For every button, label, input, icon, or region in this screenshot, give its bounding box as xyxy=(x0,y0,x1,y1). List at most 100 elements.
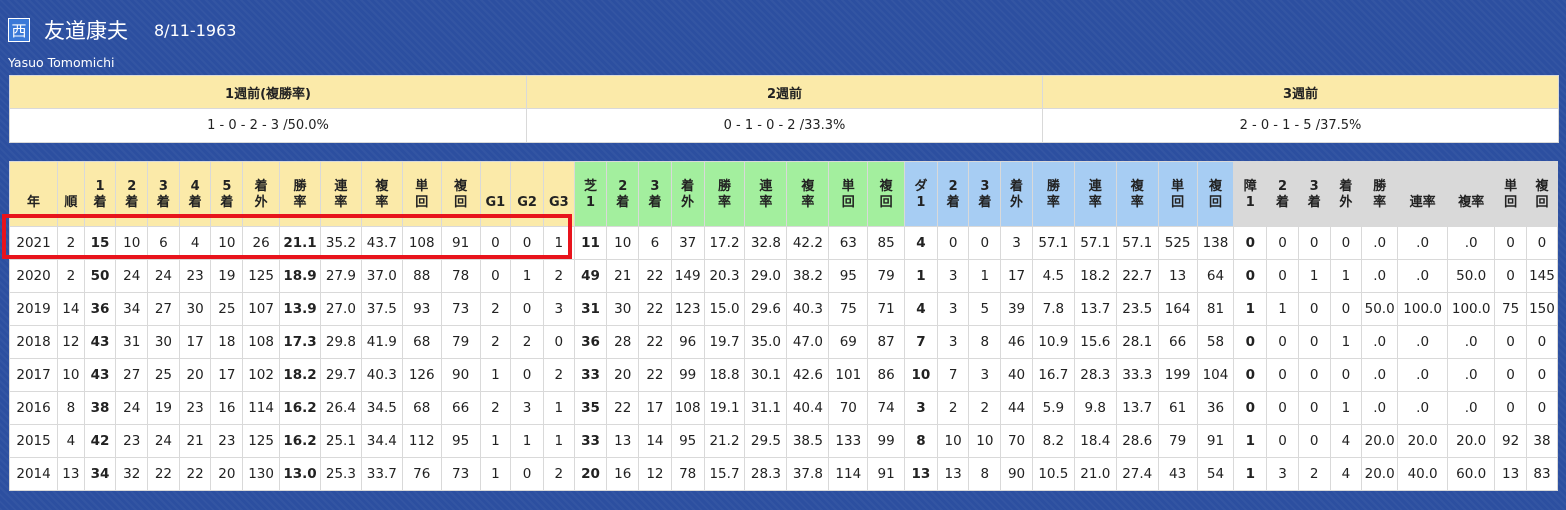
stat-cell: 30.1 xyxy=(744,358,788,392)
stats-col-header: G1 xyxy=(479,161,512,227)
stat-cell: 0 xyxy=(542,325,575,359)
stat-cell: 3 xyxy=(968,358,1002,392)
col-header-line2: 着 xyxy=(978,195,992,210)
stat-cell: 42.6 xyxy=(786,358,830,392)
stat-cell: 123 xyxy=(670,292,705,326)
col-header-line1: 2 xyxy=(127,179,137,194)
col-header-line1: 勝 xyxy=(293,179,307,194)
stat-cell: 13 xyxy=(57,457,85,491)
stats-year-row: 2015 4 42 23 24 21 23 125 16.2 25.1 34.4 112 95 1 1 1 33… xyxy=(8,424,1559,458)
stat-cell: 68 xyxy=(401,325,442,359)
col-header-line2: 着 xyxy=(93,195,107,210)
recent-header-row: 1週前(複勝率) 2週前 3週前 xyxy=(9,75,1559,109)
stat-cell: 19 xyxy=(147,391,180,425)
col-header-line1: 障 xyxy=(1243,179,1257,194)
stat-cell: 32 xyxy=(115,457,149,491)
stat-cell: 78 xyxy=(670,457,705,491)
stat-cell: 2 xyxy=(57,226,85,260)
stat-cell: 0 xyxy=(1525,391,1559,425)
stat-cell: 7 xyxy=(936,358,970,392)
stat-cell: 37.8 xyxy=(786,457,830,491)
col-header-line1: 勝 xyxy=(1373,179,1387,194)
stat-cell: 2 xyxy=(542,358,575,392)
stat-cell: 23 xyxy=(210,424,244,458)
stat-cell: 19 xyxy=(210,259,244,293)
stat-cell: 20.0 xyxy=(1361,457,1399,491)
col-header-line1: 5 xyxy=(222,179,232,194)
stat-cell: 33 xyxy=(573,424,608,458)
stat-cell: 70 xyxy=(1000,424,1033,458)
stat-cell: 21.1 xyxy=(279,226,321,260)
stat-cell: 35.2 xyxy=(319,226,362,260)
stat-cell: 40.3 xyxy=(786,292,830,326)
stat-cell: 1 xyxy=(542,226,575,260)
stat-cell: 41.9 xyxy=(360,325,403,359)
stat-cell: 15.0 xyxy=(703,292,746,326)
stat-cell: 43 xyxy=(1157,457,1198,491)
col-header-line2: G2 xyxy=(517,195,537,210)
stat-cell: 79 xyxy=(440,325,481,359)
col-header-line1: 複 xyxy=(1130,179,1144,194)
stat-cell: 3 xyxy=(936,292,970,326)
stat-cell: 88 xyxy=(401,259,442,293)
stat-cell: 50.0 xyxy=(1361,292,1399,326)
stat-cell: 19.7 xyxy=(703,325,746,359)
stat-cell: 40.0 xyxy=(1397,457,1449,491)
col-header-line1: 単 xyxy=(1504,179,1518,194)
stat-cell: 20 xyxy=(573,457,608,491)
stat-cell: 26.4 xyxy=(319,391,362,425)
stat-cell: 150 xyxy=(1525,292,1559,326)
stat-cell: 76 xyxy=(401,457,442,491)
stat-cell: 138 xyxy=(1196,226,1235,260)
stats-year-row: 2020 2 50 24 24 23 19 125 18.9 27.9 37.0 88 78 0 1 2 49 2… xyxy=(8,259,1559,293)
stat-cell: 0 xyxy=(1297,226,1331,260)
stat-cell: 75 xyxy=(1494,292,1527,326)
stat-cell: 29.0 xyxy=(744,259,788,293)
stat-cell: 36 xyxy=(1196,391,1235,425)
stat-cell: 17 xyxy=(638,391,672,425)
stat-cell: 13.0 xyxy=(279,457,321,491)
stat-cell: 0 xyxy=(1297,292,1331,326)
col-header-line2: 回 xyxy=(1535,195,1549,210)
col-header-line2: 回 xyxy=(454,195,468,210)
col-header-line1: 2 xyxy=(1277,179,1288,194)
stats-col-header: 勝率 xyxy=(1031,161,1075,227)
col-header-line1: 4 xyxy=(190,179,200,194)
stat-cell: 0 xyxy=(968,226,1002,260)
stat-cell: 91 xyxy=(440,226,481,260)
stat-cell: 17.3 xyxy=(279,325,321,359)
stat-cell: 125 xyxy=(242,424,281,458)
year-cell: 2014 xyxy=(8,457,59,491)
stat-cell: 64 xyxy=(1196,259,1235,293)
stat-cell: 0 xyxy=(1266,424,1299,458)
stat-cell: 5.9 xyxy=(1031,391,1075,425)
col-header-line1: 複 xyxy=(375,179,389,194)
stat-cell: 10 xyxy=(57,358,85,392)
stat-cell: 164 xyxy=(1157,292,1198,326)
stat-cell: 3 xyxy=(936,325,970,359)
col-header-line2: 率 xyxy=(1046,195,1060,210)
stat-cell: 0 xyxy=(1266,358,1299,392)
stat-cell: 25 xyxy=(210,292,244,326)
stat-cell: 27 xyxy=(115,358,149,392)
stat-cell: .0 xyxy=(1447,358,1496,392)
stat-cell: 149 xyxy=(670,259,705,293)
stat-cell: 3 xyxy=(542,292,575,326)
stats-col-header: ダ1 xyxy=(904,161,938,227)
stat-cell: 16 xyxy=(210,391,244,425)
trainer-name-en: Yasuo Tomomichi xyxy=(8,55,115,70)
stat-cell: 8 xyxy=(968,457,1002,491)
col-header-line2: 回 xyxy=(1504,195,1518,210)
year-cell: 2019 xyxy=(8,292,59,326)
stat-cell: .0 xyxy=(1361,226,1399,260)
stat-cell: 28.3 xyxy=(744,457,788,491)
stat-cell: 63 xyxy=(828,226,869,260)
stat-cell: .0 xyxy=(1361,391,1399,425)
stat-cell: 0 xyxy=(1297,424,1331,458)
stat-cell: 2 xyxy=(542,259,575,293)
stat-cell: 24 xyxy=(115,259,149,293)
stat-cell: 16.2 xyxy=(279,391,321,425)
stat-cell: 1 xyxy=(968,259,1002,293)
stat-cell: 20 xyxy=(606,358,640,392)
stat-cell: 42.2 xyxy=(786,226,830,260)
